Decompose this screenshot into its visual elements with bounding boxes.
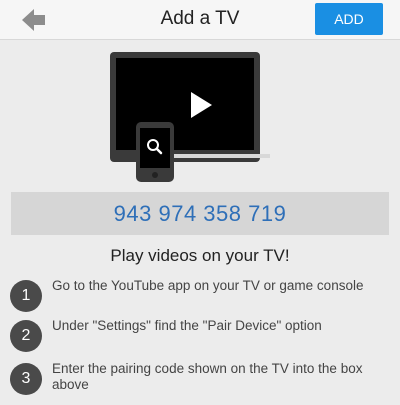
top-bar: Add a TV ADD (0, 0, 400, 40)
tv-with-phone-illustration (110, 52, 270, 182)
tv-stand (162, 154, 270, 158)
phone-home-button (152, 172, 158, 178)
pairing-code: 943 974 358 719 (11, 192, 389, 235)
back-arrow-icon (22, 9, 45, 31)
step-number-badge: 3 (10, 363, 42, 395)
add-button[interactable]: ADD (315, 3, 383, 35)
step-text: Enter the pairing code shown on the TV i… (52, 361, 363, 392)
back-button[interactable] (18, 6, 50, 34)
step-text: Under "Settings" find the "Pair Device" … (52, 318, 322, 333)
step-number-badge: 2 (10, 320, 42, 352)
phone-screen (140, 128, 170, 168)
step-number-badge: 1 (10, 280, 42, 312)
step-text: Go to the YouTube app on your TV or game… (52, 278, 364, 293)
instructions-heading: Play videos on your TV! (110, 246, 290, 265)
